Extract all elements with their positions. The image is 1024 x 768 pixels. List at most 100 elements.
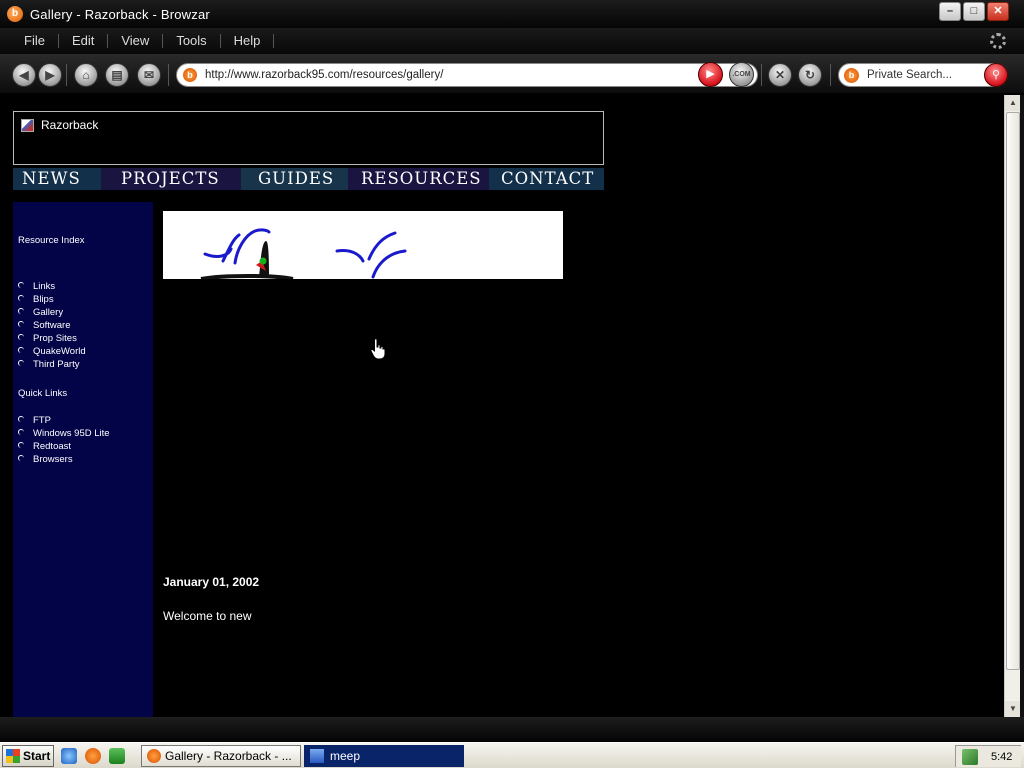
show-desktop-icon[interactable]	[109, 748, 125, 764]
bullet-icon	[18, 281, 24, 288]
sidebar-link-blips[interactable]: Blips	[18, 293, 86, 306]
nav-news[interactable]: NEWS	[13, 168, 101, 190]
search-button[interactable]: ⚲	[984, 63, 1008, 87]
menu-bar: File Edit View Tools Help	[0, 28, 1024, 54]
nav-guides[interactable]: GUIDES	[241, 168, 348, 190]
internet-explorer-icon[interactable]	[61, 748, 77, 764]
bullet-icon	[18, 454, 24, 461]
sidebar-link-prop-sites[interactable]: Prop Sites	[18, 332, 86, 345]
sidebar-link-quakeworld[interactable]: QuakeWorld	[18, 345, 86, 358]
nav-contact[interactable]: CONTACT	[489, 168, 604, 190]
url-input[interactable]	[205, 69, 675, 81]
bullet-icon	[18, 441, 24, 448]
bullet-icon	[18, 307, 24, 314]
bullet-icon	[18, 346, 24, 353]
go-button[interactable]: ▶	[698, 62, 723, 87]
link-label: Gallery	[33, 307, 64, 318]
sidebar-link-windows-95d-lite[interactable]: Windows 95D Lite	[18, 427, 110, 440]
scroll-up-arrow-icon[interactable]: ▲	[1005, 95, 1021, 111]
link-label: FTP	[33, 415, 51, 426]
vertical-scrollbar[interactable]: ▲ ▼	[1004, 95, 1021, 717]
link-label: Third Party	[33, 359, 80, 370]
window-status-frame	[0, 717, 1024, 742]
maximize-button[interactable]: □	[963, 2, 985, 21]
nav-resources[interactable]: RESOURCES	[348, 168, 489, 190]
link-label: Browsers	[33, 454, 73, 465]
nav-projects[interactable]: PROJECTS	[101, 168, 241, 190]
print-button[interactable]: ▤	[105, 63, 129, 87]
site-banner[interactable]: Razorback	[13, 111, 604, 165]
sidebar-link-redtoast[interactable]: Redtoast	[18, 440, 110, 453]
start-label: Start	[23, 749, 51, 763]
forward-button[interactable]: ▶	[38, 63, 62, 87]
stop-button[interactable]: ✕	[768, 63, 792, 87]
com-completion-button[interactable]: .COM	[729, 62, 754, 87]
window-title: Gallery - Razorback - Browzar	[30, 6, 210, 22]
browzar-quicklaunch-icon[interactable]	[85, 748, 101, 764]
sidebar-link-third-party[interactable]: Third Party	[18, 358, 86, 371]
scroll-thumb[interactable]	[1006, 112, 1020, 670]
search-engine-icon: b	[844, 67, 859, 83]
resource-link-list: Links Blips Gallery Software Prop Sites …	[18, 280, 86, 371]
site-favicon-icon: b	[183, 68, 197, 82]
toolbar-divider	[761, 64, 762, 86]
home-button[interactable]: ⌂	[74, 63, 98, 87]
bullet-icon	[18, 294, 24, 301]
back-button[interactable]: ◀	[12, 63, 36, 87]
link-label: Blips	[33, 294, 54, 305]
site-navigation: NEWS PROJECTS GUIDES RESOURCES CONTACT	[13, 168, 604, 190]
toolbar-divider	[168, 64, 169, 86]
loading-throbber-icon	[990, 33, 1006, 49]
resource-index-heading: Resource Index	[18, 235, 85, 246]
browzar-icon	[147, 749, 161, 763]
gallery-drawing	[200, 228, 407, 281]
link-label: Redtoast	[33, 441, 72, 452]
task-label: Gallery - Razorback - ...	[165, 749, 292, 763]
system-tray: 5:42	[955, 745, 1021, 767]
bullet-icon	[18, 359, 24, 366]
close-button[interactable]: ✕	[987, 2, 1009, 21]
broken-image-icon	[21, 119, 34, 132]
gallery-image[interactable]	[163, 211, 563, 281]
link-label: Links	[33, 281, 56, 292]
bullet-icon	[18, 415, 24, 422]
post-body-text: Welcome to new	[163, 609, 252, 623]
window-frame	[1020, 95, 1024, 717]
resource-sidebar: Resource Index Links Blips Gallery Softw…	[13, 202, 153, 717]
refresh-button[interactable]: ↻	[798, 63, 822, 87]
menu-edit[interactable]: Edit	[59, 34, 109, 48]
email-page-button[interactable]: ✉	[137, 63, 161, 87]
menu-view[interactable]: View	[108, 34, 164, 48]
bullet-icon	[18, 428, 24, 435]
search-input[interactable]	[867, 69, 982, 81]
bullet-icon	[18, 333, 24, 340]
sidebar-link-software[interactable]: Software	[18, 319, 86, 332]
minimize-button[interactable]: –	[939, 2, 961, 21]
menu-tools[interactable]: Tools	[163, 34, 221, 48]
banner-alt-text: Razorback	[41, 118, 99, 132]
menu-help[interactable]: Help	[221, 34, 275, 48]
bullet-icon	[18, 320, 24, 327]
navigation-toolbar: ◀ ▶ ⌂ ▤ ✉ b ▶ .COM ✕ ↻ b ⚲	[0, 54, 1024, 94]
scroll-down-arrow-icon[interactable]: ▼	[1005, 701, 1021, 717]
post-date: January 01, 2002	[163, 575, 260, 589]
task-label: meep	[330, 749, 361, 763]
link-label: Software	[33, 320, 71, 331]
quick-links-heading: Quick Links	[18, 388, 68, 399]
network-icon[interactable]	[962, 748, 978, 765]
clock: 5:42	[991, 750, 1013, 763]
search-bar: b	[838, 63, 1008, 87]
taskbar-item-meep[interactable]: meep	[304, 745, 464, 767]
window-titlebar: b Gallery - Razorback - Browzar – □ ✕	[0, 0, 1024, 28]
address-bar: b	[176, 63, 758, 87]
sidebar-link-browsers[interactable]: Browsers	[18, 453, 110, 466]
menu-file[interactable]: File	[11, 34, 59, 48]
toolbar-divider	[66, 64, 67, 86]
taskbar-item-browzar[interactable]: Gallery - Razorback - ...	[141, 745, 301, 767]
window-icon	[310, 749, 324, 763]
start-button[interactable]: Start	[2, 745, 54, 767]
sidebar-link-links[interactable]: Links	[18, 280, 86, 293]
link-label: Windows 95D Lite	[33, 428, 110, 439]
sidebar-link-gallery[interactable]: Gallery	[18, 306, 86, 319]
sidebar-link-ftp[interactable]: FTP	[18, 414, 110, 427]
